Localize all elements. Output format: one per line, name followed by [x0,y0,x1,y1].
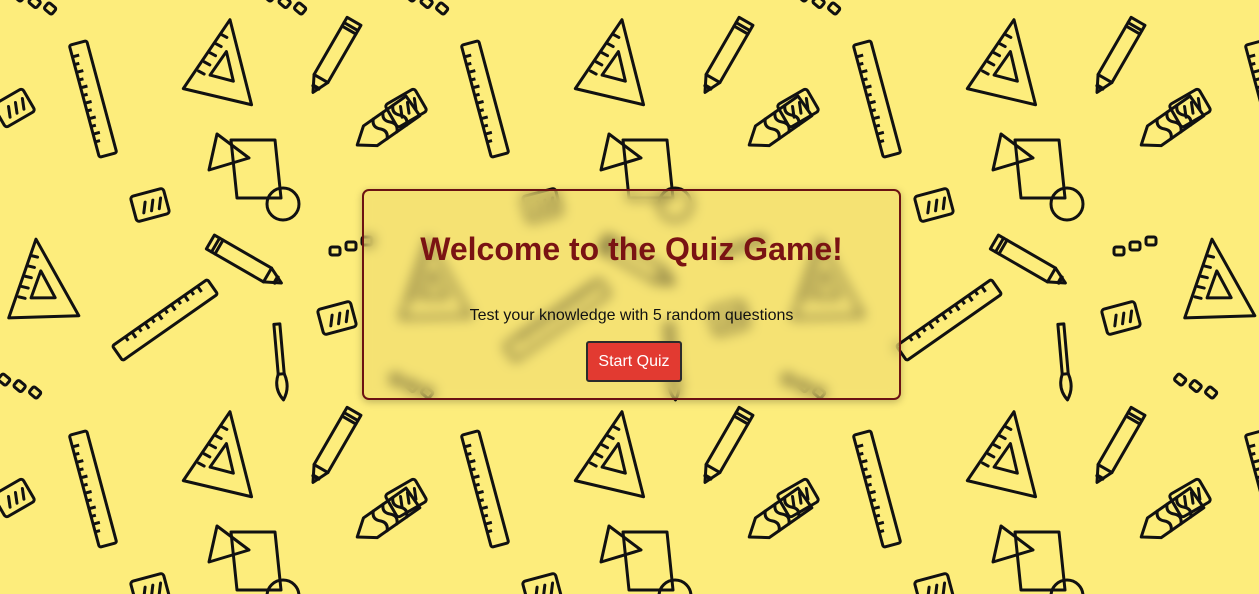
quiz-title: Welcome to the Quiz Game! [420,231,843,267]
start-quiz-button[interactable]: Start Quiz [586,341,682,382]
quiz-subtitle: Test your knowledge with 5 random questi… [469,307,794,324]
quiz-welcome-card: Welcome to the Quiz Game! Test your know… [362,189,901,400]
